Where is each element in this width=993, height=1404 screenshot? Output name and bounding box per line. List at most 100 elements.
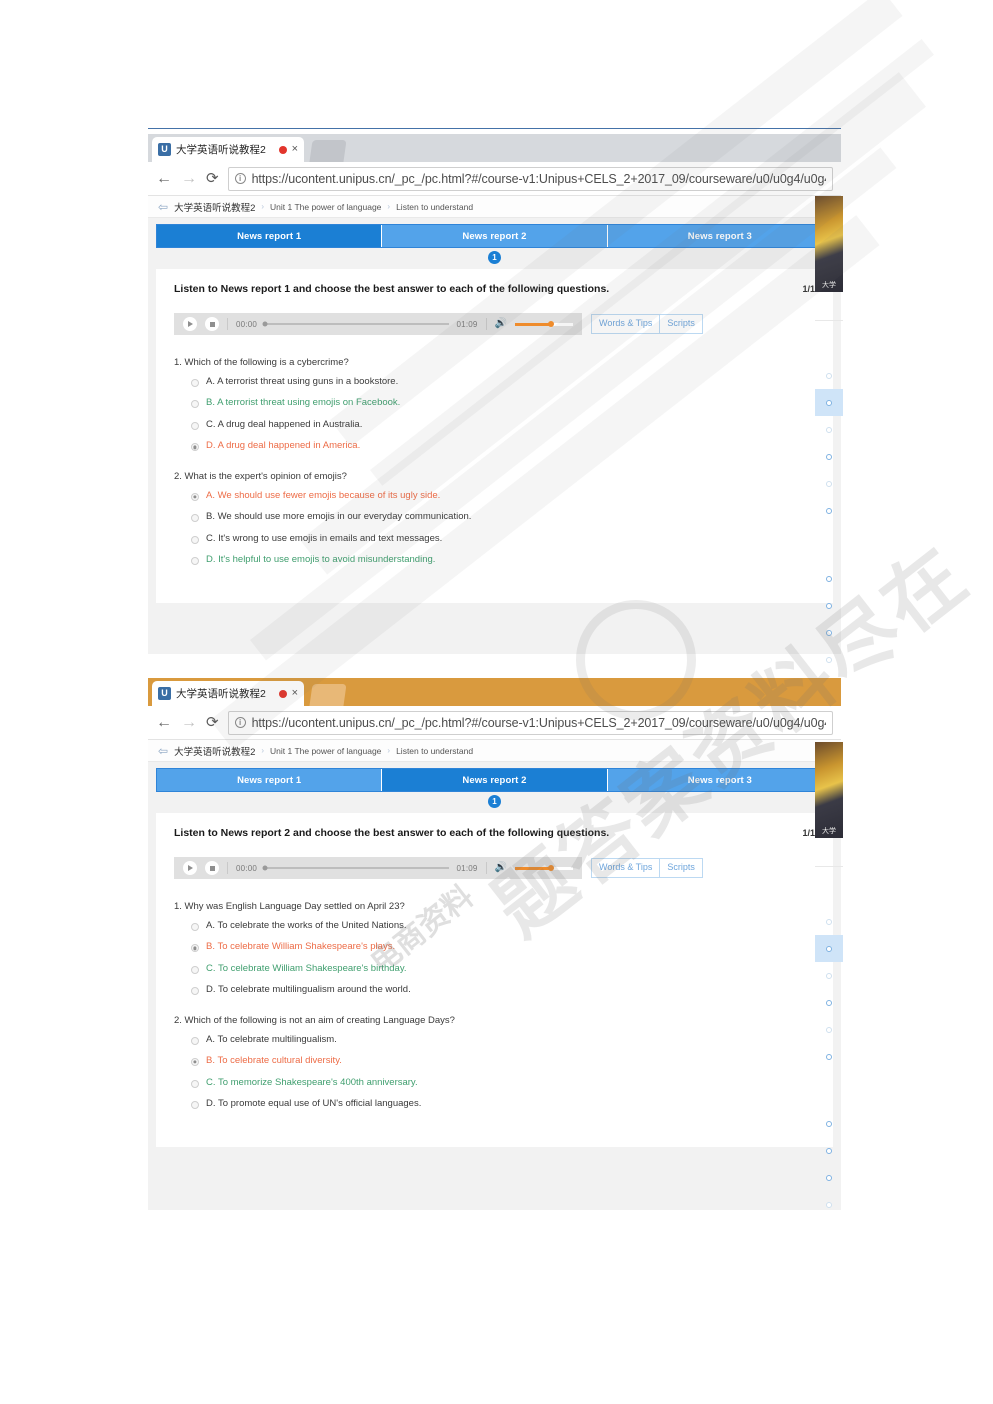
scripts-button[interactable]: Scripts — [660, 858, 703, 878]
radio-icon[interactable] — [191, 1079, 199, 1088]
side-dot-item[interactable] — [815, 1043, 843, 1070]
radio-icon[interactable] — [191, 1058, 199, 1067]
address-bar[interactable]: i https://ucontent.unipus.cn/_pc_/pc.htm… — [227, 166, 833, 191]
volume-icon[interactable]: 🔊 — [495, 319, 507, 329]
stop-icon[interactable] — [205, 317, 219, 331]
back-button[interactable]: ← — [156, 714, 172, 731]
option-row[interactable]: C. A drug deal happened in Australia. — [191, 419, 815, 430]
browser-tab[interactable]: U 大学英语听说教程2 × — [152, 137, 304, 162]
side-dot-item[interactable] — [815, 1110, 843, 1137]
radio-icon[interactable] — [191, 492, 199, 501]
audio-progress-knob[interactable] — [262, 865, 268, 871]
play-icon[interactable] — [183, 861, 197, 875]
volume-slider[interactable] — [515, 865, 573, 871]
tab-news-report-1[interactable]: News report 1 — [157, 769, 383, 791]
browser-tab[interactable]: U 大学英语听说教程2 × — [152, 681, 304, 706]
option-row[interactable]: A. A terrorist threat using guns in a bo… — [191, 376, 815, 387]
option-row[interactable]: B. To celebrate William Shakespeare's pl… — [191, 941, 815, 953]
new-tab-button[interactable] — [309, 140, 347, 162]
back-arrow-icon[interactable]: ⇦ — [158, 745, 168, 757]
option-row[interactable]: C. To memorize Shakespeare's 400th anniv… — [191, 1077, 815, 1088]
option-row[interactable]: D. To promote equal use of UN's official… — [191, 1098, 815, 1110]
audio-progress-slider[interactable] — [262, 865, 449, 871]
radio-icon[interactable] — [191, 1036, 199, 1045]
breadcrumb-item-lesson[interactable]: Listen to understand — [396, 746, 473, 756]
side-dot-item[interactable] — [815, 497, 843, 524]
side-dot-item[interactable] — [815, 470, 843, 497]
side-dot-item-selected[interactable] — [815, 935, 843, 962]
radio-icon[interactable] — [191, 923, 199, 931]
radio-icon[interactable] — [191, 514, 199, 523]
option-row[interactable]: D. To celebrate multilingualism around t… — [191, 984, 815, 996]
radio-icon[interactable] — [191, 400, 199, 409]
radio-icon[interactable] — [191, 965, 199, 974]
option-row[interactable]: B. To celebrate cultural diversity. — [191, 1055, 815, 1067]
stop-icon[interactable] — [205, 861, 219, 875]
tab-news-report-3[interactable]: News report 3 — [607, 769, 832, 791]
side-dot-item[interactable] — [815, 619, 843, 646]
radio-icon[interactable] — [191, 987, 199, 996]
reload-button[interactable]: ⟳ — [206, 715, 219, 730]
words-and-tips-button[interactable]: Words & Tips — [591, 858, 661, 878]
close-icon[interactable]: × — [292, 688, 298, 699]
volume-knob[interactable] — [547, 865, 554, 871]
side-dot-item[interactable] — [815, 989, 843, 1016]
site-info-icon[interactable]: i — [234, 173, 246, 184]
volume-knob[interactable] — [547, 321, 554, 327]
radio-icon[interactable] — [191, 557, 199, 566]
address-bar[interactable]: i https://ucontent.unipus.cn/_pc_/pc.htm… — [227, 710, 833, 735]
words-and-tips-button[interactable]: Words & Tips — [591, 314, 661, 334]
side-dot-item[interactable] — [815, 362, 843, 389]
side-dot-item[interactable] — [815, 565, 843, 592]
scripts-button[interactable]: Scripts — [660, 314, 703, 334]
breadcrumb-item-unit[interactable]: Unit 1 The power of language — [270, 746, 381, 756]
breadcrumb-item-unit[interactable]: Unit 1 The power of language — [270, 202, 381, 212]
side-dot-item[interactable] — [815, 1164, 843, 1191]
radio-icon[interactable] — [191, 443, 199, 452]
volume-icon[interactable]: 🔊 — [495, 863, 507, 873]
breadcrumb-item-course[interactable]: 大学英语听说教程2 — [174, 200, 255, 214]
radio-icon[interactable] — [191, 379, 199, 387]
forward-button[interactable]: → — [181, 170, 197, 187]
tab-news-report-2[interactable]: News report 2 — [382, 769, 608, 791]
option-row[interactable]: D. A drug deal happened in America. — [191, 440, 815, 452]
back-button[interactable]: ← — [156, 170, 172, 187]
side-dot-item[interactable] — [815, 443, 843, 470]
side-dot-item[interactable] — [815, 416, 843, 443]
side-dot-item[interactable] — [815, 646, 843, 673]
option-row[interactable]: B. We should use more emojis in our ever… — [191, 511, 815, 523]
side-dot-item[interactable] — [815, 962, 843, 989]
option-row[interactable]: D. It's helpful to use emojis to avoid m… — [191, 554, 815, 566]
tab-news-report-2[interactable]: News report 2 — [382, 225, 608, 247]
breadcrumb-item-lesson[interactable]: Listen to understand — [396, 202, 473, 212]
forward-button[interactable]: → — [181, 714, 197, 731]
radio-icon[interactable] — [191, 944, 199, 953]
option-row[interactable]: C. To celebrate William Shakespeare's bi… — [191, 963, 815, 974]
side-dot-item[interactable] — [815, 1191, 843, 1218]
breadcrumb-item-course[interactable]: 大学英语听说教程2 — [174, 744, 255, 758]
volume-slider[interactable] — [515, 321, 573, 327]
option-row[interactable]: A. To celebrate multilingualism. — [191, 1034, 815, 1045]
side-dot-item[interactable] — [815, 1137, 843, 1164]
tab-news-report-1[interactable]: News report 1 — [157, 225, 383, 247]
tab-news-report-3[interactable]: News report 3 — [607, 225, 832, 247]
side-dot-item[interactable] — [815, 908, 843, 935]
option-row[interactable]: C. It's wrong to use emojis in emails an… — [191, 533, 815, 544]
reload-button[interactable]: ⟳ — [206, 171, 219, 186]
side-dot-item-selected[interactable] — [815, 389, 843, 416]
play-icon[interactable] — [183, 317, 197, 331]
radio-icon[interactable] — [191, 535, 199, 544]
option-row[interactable]: A. We should use fewer emojis because of… — [191, 490, 815, 501]
radio-icon[interactable] — [191, 1101, 199, 1110]
audio-progress-knob[interactable] — [262, 321, 268, 327]
audio-progress-slider[interactable] — [262, 321, 449, 327]
pager-dot-1[interactable]: 1 — [488, 251, 501, 264]
side-dot-item[interactable] — [815, 592, 843, 619]
back-arrow-icon[interactable]: ⇦ — [158, 201, 168, 213]
pager-dot-1[interactable]: 1 — [488, 795, 501, 808]
side-dot-item[interactable] — [815, 1016, 843, 1043]
option-row[interactable]: A. To celebrate the works of the United … — [191, 920, 815, 931]
close-icon[interactable]: × — [292, 144, 298, 155]
option-row[interactable]: B. A terrorist threat using emojis on Fa… — [191, 397, 815, 409]
radio-icon[interactable] — [191, 421, 199, 430]
